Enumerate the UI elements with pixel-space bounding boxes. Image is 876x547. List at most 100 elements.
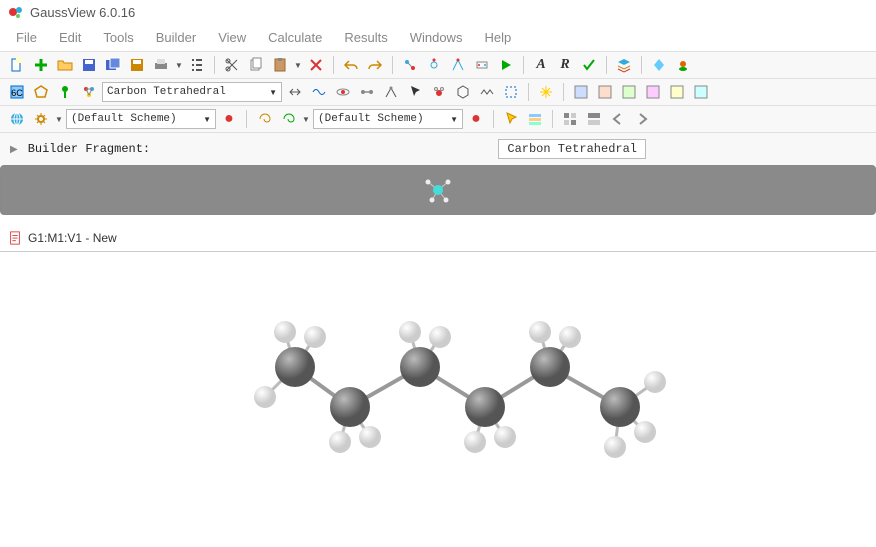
hex-icon[interactable] — [452, 81, 474, 103]
add-icon[interactable] — [30, 54, 52, 76]
builder-bar: ▶ Builder Fragment: Carbon Tetrahedral — [0, 132, 876, 165]
grid5-icon[interactable] — [666, 81, 688, 103]
cursor-icon[interactable] — [404, 81, 426, 103]
new-icon[interactable] — [6, 54, 28, 76]
tool-b-icon[interactable] — [423, 54, 445, 76]
run-icon[interactable] — [495, 54, 517, 76]
arrow-left-icon[interactable] — [607, 108, 629, 130]
separator — [563, 83, 564, 101]
menu-help[interactable]: Help — [474, 26, 521, 49]
menu-edit[interactable]: Edit — [49, 26, 91, 49]
dropdown-arrow-icon[interactable]: ▼ — [174, 61, 184, 70]
menu-results[interactable]: Results — [334, 26, 397, 49]
pointer-icon[interactable] — [500, 108, 522, 130]
menu-calculate[interactable]: Calculate — [258, 26, 332, 49]
marker-red2-icon[interactable]: ● — [465, 108, 487, 130]
grid4-icon[interactable] — [642, 81, 664, 103]
sparkle-icon[interactable] — [535, 81, 557, 103]
check-icon[interactable] — [578, 54, 600, 76]
grid3-icon[interactable] — [618, 81, 640, 103]
document-title: G1:M1:V1 - New — [28, 231, 117, 245]
bond-icon[interactable] — [356, 81, 378, 103]
delete-icon[interactable] — [305, 54, 327, 76]
open-icon[interactable] — [54, 54, 76, 76]
save-multi-icon[interactable] — [102, 54, 124, 76]
separator — [552, 110, 553, 128]
svg-text:6C: 6C — [11, 88, 23, 98]
separator — [523, 56, 524, 74]
grid1-icon[interactable] — [570, 81, 592, 103]
marker-red-icon[interactable]: ● — [218, 108, 240, 130]
fragment-icon[interactable] — [78, 81, 100, 103]
angle-icon[interactable] — [380, 81, 402, 103]
config-icon[interactable] — [524, 108, 546, 130]
scheme-dropdown-2[interactable]: (Default Scheme) ▼ — [313, 109, 463, 129]
app-title: GaussView 6.0.16 — [30, 5, 135, 20]
arrow-right-icon[interactable] — [631, 108, 653, 130]
menu-builder[interactable]: Builder — [146, 26, 206, 49]
atom-icon[interactable] — [332, 81, 354, 103]
settings-icon[interactable] — [30, 108, 52, 130]
ring-icon[interactable] — [30, 81, 52, 103]
scheme-2-text: (Default Scheme) — [318, 113, 450, 125]
grid2-icon[interactable] — [594, 81, 616, 103]
chevron-down-icon: ▼ — [450, 115, 458, 124]
tool-c-icon[interactable] — [447, 54, 469, 76]
menu-bar: File Edit Tools Builder View Calculate R… — [0, 24, 876, 51]
globe-icon[interactable] — [6, 108, 28, 130]
separator — [606, 56, 607, 74]
menu-windows[interactable]: Windows — [400, 26, 473, 49]
save-alt-icon[interactable] — [126, 54, 148, 76]
spiral-icon[interactable] — [253, 108, 275, 130]
tool-a-icon[interactable] — [399, 54, 421, 76]
element-icon[interactable]: 6C — [6, 81, 28, 103]
pin-icon[interactable] — [54, 81, 76, 103]
scissors-icon[interactable] — [221, 54, 243, 76]
separator — [214, 56, 215, 74]
molecule-canvas[interactable] — [0, 252, 876, 532]
list-icon[interactable] — [186, 54, 208, 76]
chain-icon[interactable] — [476, 81, 498, 103]
water-icon[interactable] — [428, 81, 450, 103]
menu-file[interactable]: File — [6, 26, 47, 49]
menu-view[interactable]: View — [208, 26, 256, 49]
wave-icon[interactable] — [308, 81, 330, 103]
app-icon — [8, 4, 24, 20]
layers-icon[interactable] — [613, 54, 635, 76]
separator — [246, 110, 247, 128]
undo-icon[interactable] — [340, 54, 362, 76]
link-icon[interactable] — [284, 81, 306, 103]
fragment-dropdown[interactable]: Carbon Tetrahedral ▼ — [102, 82, 282, 102]
printer-icon[interactable] — [150, 54, 172, 76]
menu-tools[interactable]: Tools — [93, 26, 143, 49]
separator — [333, 56, 334, 74]
tool-d-icon[interactable] — [471, 54, 493, 76]
ball-icon[interactable] — [672, 54, 694, 76]
separator — [392, 56, 393, 74]
select-icon[interactable] — [500, 81, 522, 103]
toolbar-1: ▼ ▼ A R — [0, 51, 876, 78]
save-icon[interactable] — [78, 54, 100, 76]
bold-a-icon[interactable]: A — [530, 54, 552, 76]
document-title-bar: G1:M1:V1 - New — [0, 225, 876, 252]
dropdown-arrow-icon[interactable]: ▼ — [54, 115, 64, 124]
molecule-render — [0, 252, 876, 532]
copy-icon[interactable] — [245, 54, 267, 76]
scheme-dropdown-1[interactable]: (Default Scheme) ▼ — [66, 109, 216, 129]
separator — [493, 110, 494, 128]
dropdown-arrow-icon[interactable]: ▼ — [293, 61, 303, 70]
italic-r-icon[interactable]: R — [554, 54, 576, 76]
grid-a-icon[interactable] — [559, 108, 581, 130]
dropdown-arrow-icon[interactable]: ▼ — [301, 115, 311, 124]
fragment-preview-pane[interactable] — [0, 165, 876, 215]
paste-icon[interactable] — [269, 54, 291, 76]
separator — [528, 83, 529, 101]
redo-icon[interactable] — [364, 54, 386, 76]
expand-arrow-icon[interactable]: ▶ — [10, 144, 18, 155]
grid-b-icon[interactable] — [583, 108, 605, 130]
fragment-dropdown-text: Carbon Tetrahedral — [107, 86, 269, 98]
grid6-icon[interactable] — [690, 81, 712, 103]
builder-fragment-label: Builder Fragment: — [28, 142, 150, 156]
diamond-icon[interactable] — [648, 54, 670, 76]
spiral2-icon[interactable] — [277, 108, 299, 130]
